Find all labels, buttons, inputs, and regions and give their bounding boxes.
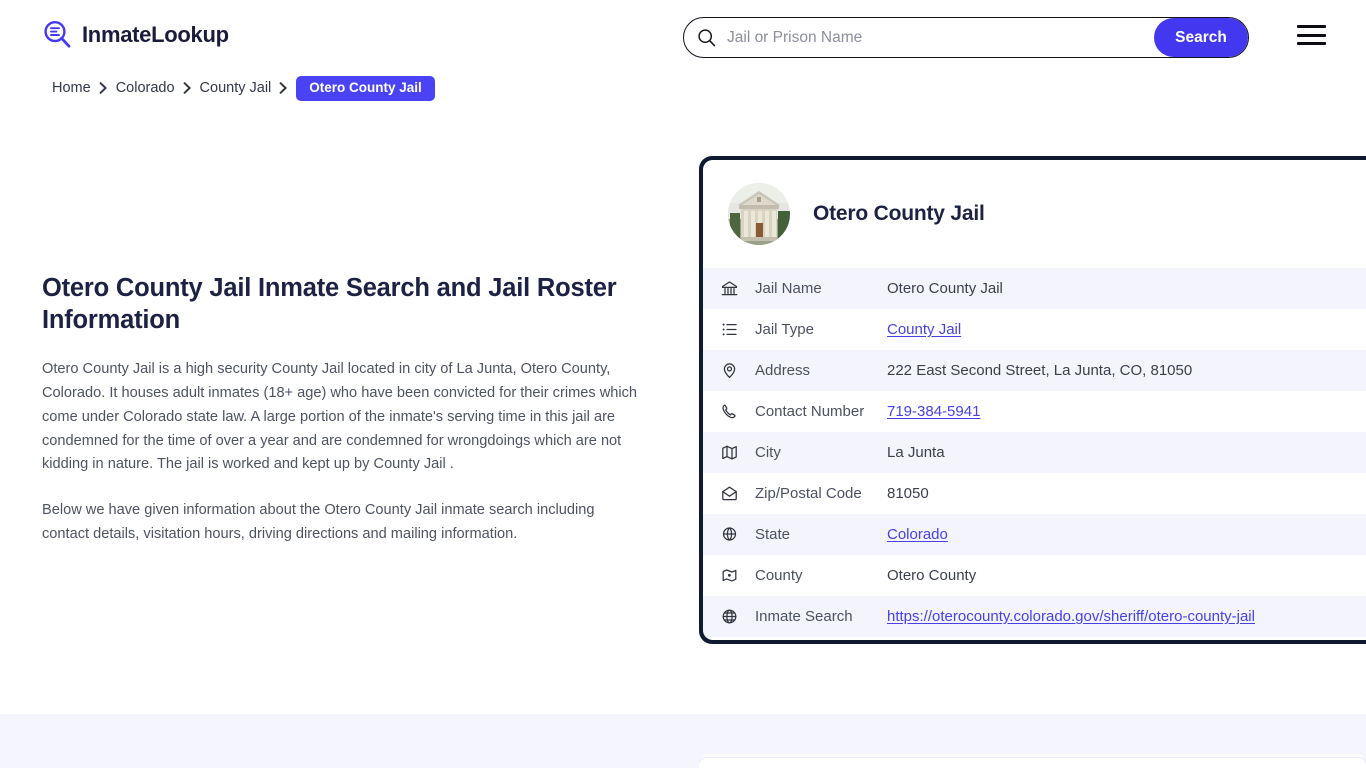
breadcrumb-link-home[interactable]: Home — [52, 80, 91, 96]
row-label: State — [755, 526, 791, 543]
avatar — [728, 183, 790, 245]
brand-name: InmateLookup — [82, 21, 229, 47]
magnifier-list-icon — [42, 19, 73, 50]
search-icon — [697, 28, 716, 47]
envelope-icon — [703, 473, 755, 514]
page-title: Otero County Jail Inmate Search and Jail… — [42, 274, 617, 335]
table-row: Contact Number 719-384-5941 — [703, 391, 1366, 432]
county-map-icon — [703, 555, 755, 596]
hamburger-bar — [1297, 33, 1326, 37]
location-pin-icon — [703, 350, 755, 391]
table-row: Address 222 East Second Street, La Junta,… — [703, 350, 1366, 391]
row-label: Zip/Postal Code — [755, 485, 862, 502]
search-bar: Search — [683, 17, 1249, 58]
table-row: State Colorado — [703, 514, 1366, 555]
main-content: Otero County Jail Inmate Search and Jail… — [42, 272, 642, 547]
table-row: County Otero County — [703, 555, 1366, 596]
lower-card-top-edge — [699, 758, 1366, 768]
bank-icon — [703, 268, 755, 309]
chevron-right-icon — [99, 82, 108, 95]
row-value-link[interactable]: County Jail — [887, 321, 961, 338]
table-row: Inmate Search https://oterocounty.colorad… — [703, 596, 1366, 637]
row-label: City — [755, 444, 781, 461]
globe-stand-icon — [703, 514, 755, 555]
table-row: Zip/Postal Code 81050 — [703, 473, 1366, 514]
row-value: Otero County Jail — [887, 280, 1003, 297]
row-value[interactable]: 719-384-5941 — [887, 391, 1366, 432]
chevron-right-icon — [279, 82, 288, 95]
jail-info-card-header: Otero County Jail — [703, 160, 1366, 268]
row-label: Contact Number — [755, 403, 865, 420]
hamburger-bar — [1297, 42, 1326, 45]
row-label: Jail Type — [755, 321, 814, 338]
row-value: 81050 — [887, 485, 929, 502]
row-value[interactable]: Colorado — [887, 514, 1366, 555]
breadcrumb-link-colorado[interactable]: Colorado — [116, 80, 175, 96]
table-row: City La Junta — [703, 432, 1366, 473]
globe-icon — [703, 596, 755, 637]
jail-info-card: Otero County Jail Jail Name Otero County … — [699, 156, 1366, 644]
row-value[interactable]: https://oterocounty.colorado.gov/sheriff… — [887, 596, 1366, 637]
chevron-right-icon — [99, 82, 107, 95]
hamburger-menu-icon[interactable] — [1297, 24, 1327, 46]
jail-card-title: Otero County Jail — [813, 202, 985, 225]
row-value[interactable]: County Jail — [887, 309, 1366, 350]
site-header: InmateLookup Search — [0, 0, 1366, 74]
search-button[interactable]: Search — [1154, 18, 1248, 57]
row-value-link[interactable]: 719-384-5941 — [887, 403, 980, 420]
row-value-link[interactable]: Colorado — [887, 526, 948, 543]
jail-info-card-inner: Otero County Jail Jail Name Otero County … — [703, 160, 1366, 640]
row-value-link[interactable]: https://oterocounty.colorado.gov/sheriff… — [887, 608, 1255, 625]
search-input[interactable] — [716, 18, 1154, 57]
chevron-right-icon — [183, 82, 191, 95]
row-value: 222 East Second Street, La Junta, CO, 81… — [887, 362, 1193, 379]
page-root: InmateLookup Search Home Colorado County J… — [0, 0, 1366, 768]
hamburger-bar — [1297, 25, 1326, 28]
jail-info-table: Jail Name Otero County Jail Jail Type Count… — [703, 268, 1366, 637]
row-value: La Junta — [887, 444, 945, 461]
breadcrumb: Home Colorado County Jail Otero County Jail — [52, 76, 435, 101]
map-icon — [703, 432, 755, 473]
phone-icon — [703, 391, 755, 432]
table-row: Jail Name Otero County Jail — [703, 268, 1366, 309]
list-icon — [703, 309, 755, 350]
row-value: Otero County — [887, 567, 977, 584]
intro-paragraph-2: Below we have given information about th… — [42, 502, 595, 542]
chevron-right-icon — [183, 82, 192, 95]
row-label: Address — [755, 362, 811, 379]
brand-logo[interactable]: InmateLookup — [42, 19, 229, 50]
chevron-right-icon — [279, 82, 287, 95]
intro-paragraph-1: Otero County Jail is a high security Cou… — [42, 361, 638, 473]
breadcrumb-current: Otero County Jail — [296, 76, 435, 101]
row-label: County — [755, 567, 803, 584]
table-row: Jail Type County Jail — [703, 309, 1366, 350]
row-label: Inmate Search — [755, 608, 853, 625]
row-label: Jail Name — [755, 280, 822, 297]
breadcrumb-link-county-jail[interactable]: County Jail — [200, 80, 272, 96]
